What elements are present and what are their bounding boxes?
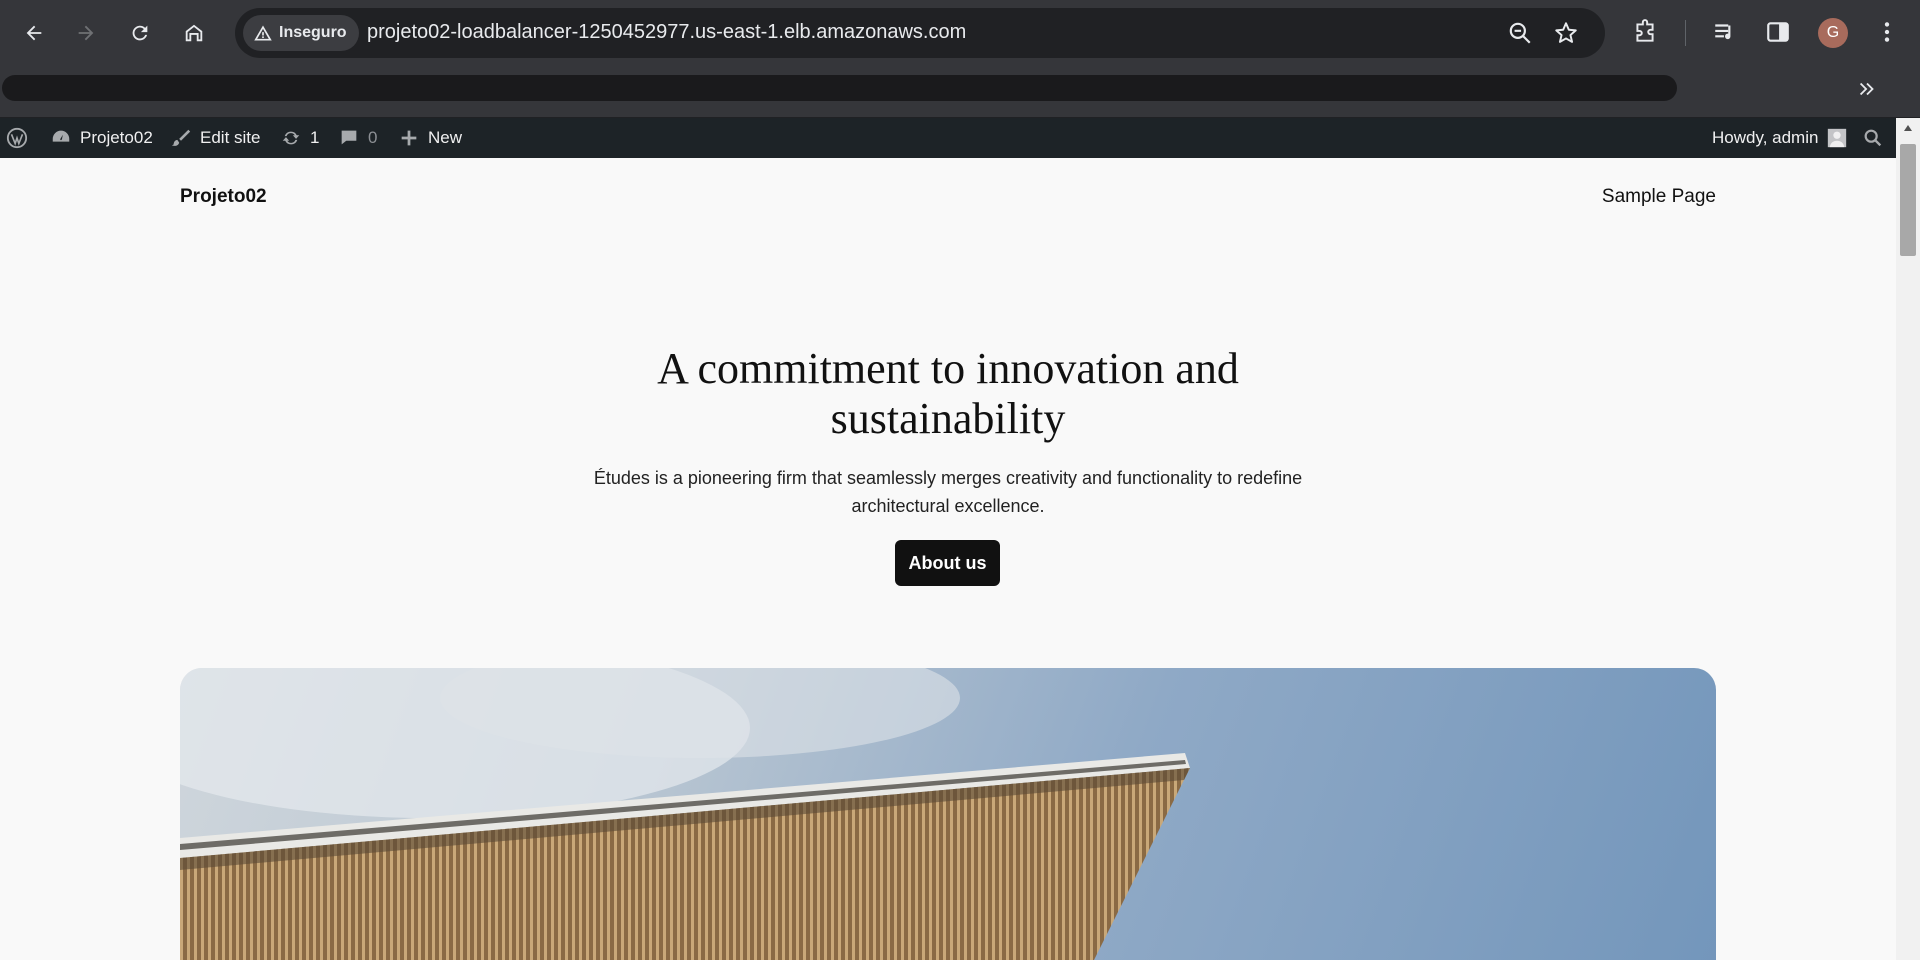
dashboard-icon [52,130,70,142]
security-chip[interactable]: Inseguro [243,15,359,51]
adminbar-search[interactable] [1862,118,1884,158]
adminbar-comments-count: 0 [368,128,378,147]
double-chevron-right-icon [1859,82,1874,96]
adminbar-site-label: Projeto02 [80,128,153,147]
reload-button[interactable] [120,13,160,53]
wp-admin-bar: Projeto02 Edit site 1 0 New Howdy, admin [0,118,1896,158]
puzzle-icon [1636,19,1654,42]
page-scrollbar[interactable] [1896,118,1920,960]
scroll-thumb[interactable] [1900,144,1916,256]
wordpress-logo-icon [6,127,28,149]
hero-description: Études is a pioneering firm that seamles… [593,468,1303,516]
adminbar-updates-count: 1 [310,128,320,147]
page-content: Projeto02 Sample Page A commitment to in… [0,158,1896,960]
bookmarks-overflow-button[interactable] [1852,74,1882,104]
hero-image [180,668,1716,960]
kebab-menu-icon [1884,22,1890,42]
home-button[interactable] [174,13,214,53]
adminbar-new-label: New [428,128,463,147]
search-icon [1864,129,1882,147]
adminbar-comments[interactable]: 0 [338,118,377,158]
building-roof-image [180,668,1190,960]
reload-icon [132,25,148,41]
arrow-right-icon [78,25,94,41]
scroll-up-arrow[interactable] [1896,118,1920,138]
media-control-button[interactable] [1710,17,1740,47]
side-panel-button[interactable] [1763,17,1793,47]
star-icon[interactable] [1553,20,1579,46]
adminbar-updates[interactable]: 1 [280,118,319,158]
about-us-button[interactable]: About us [895,540,1000,586]
site-title[interactable]: Projeto02 [180,186,267,208]
nav-sample-page[interactable]: Sample Page [1602,186,1716,208]
user-avatar-icon [1828,128,1847,148]
playlist-icon [1715,24,1731,40]
wp-logo-menu[interactable] [6,118,28,158]
forward-button[interactable] [66,13,106,53]
adminbar-site-name[interactable]: Projeto02 [50,118,153,158]
extensions-button[interactable] [1630,17,1660,47]
arrow-left-icon [26,25,42,41]
profile-avatar[interactable]: G [1818,18,1848,48]
hero-heading: A commitment to innovation and sustainab… [657,344,1239,443]
address-bar[interactable]: Inseguro projeto02-loadbalancer-12504529… [235,8,1605,58]
side-panel-icon [1767,22,1789,42]
adminbar-account[interactable]: Howdy, admin [1712,118,1848,158]
zoom-out-icon[interactable] [1507,20,1533,46]
plus-icon [401,130,417,146]
updates-icon [282,131,300,145]
adminbar-new[interactable]: New [398,118,462,158]
toolbar-divider [1685,20,1686,46]
adminbar-howdy: Howdy, admin [1712,128,1819,147]
url-text[interactable]: projeto02-loadbalancer-1250452977.us-eas… [367,21,966,44]
browser-toolbar: Inseguro projeto02-loadbalancer-12504529… [0,0,1920,66]
adminbar-edit-label: Edit site [200,128,261,147]
back-button[interactable] [14,13,54,53]
bookmarks-area[interactable] [2,75,1677,101]
home-icon [185,24,203,42]
adminbar-edit-site[interactable]: Edit site [170,118,260,158]
security-label: Inseguro [279,24,347,41]
browser-menu-button[interactable] [1872,17,1902,47]
comment-bubble-icon [341,130,357,145]
bookmarks-bar [0,66,1920,118]
triangle-up-icon [1904,125,1912,131]
brush-icon [171,129,191,146]
warning-icon [254,25,272,41]
